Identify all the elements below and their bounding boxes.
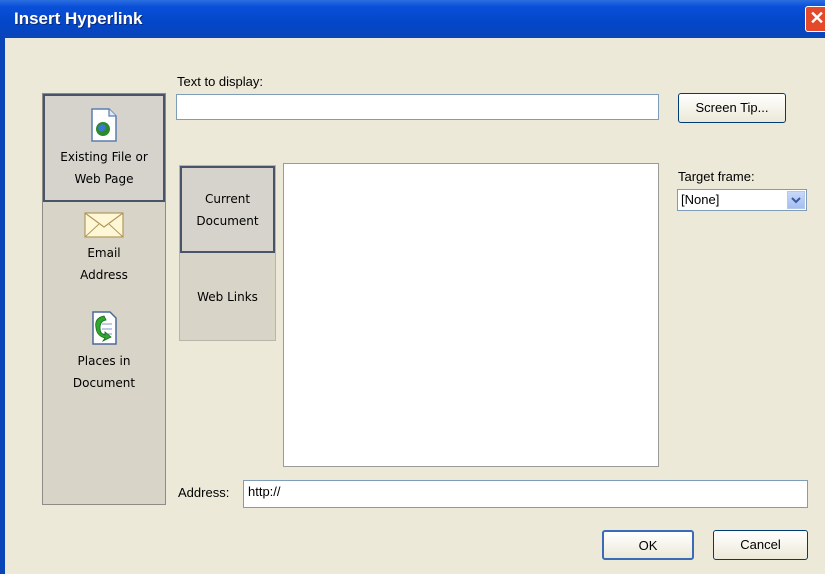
sidebar-item-label: Document — [72, 376, 136, 390]
target-frame-select[interactable]: [None] — [677, 189, 807, 211]
ok-button[interactable]: OK — [602, 530, 694, 560]
document-tabs: Current Document Web Links — [179, 165, 276, 341]
address-label: Address: — [178, 485, 230, 500]
text-to-display-input[interactable] — [176, 94, 659, 120]
sidebar-item-label: Email — [87, 246, 121, 260]
link-type-sidebar: Existing File or Web Page Email Address Pl… — [42, 93, 166, 505]
close-button[interactable]: ✕ — [805, 6, 825, 32]
document-list[interactable] — [283, 163, 659, 467]
cancel-button[interactable]: Cancel — [713, 530, 808, 560]
target-frame-label: Target frame: — [678, 169, 755, 184]
chevron-down-icon[interactable] — [787, 191, 805, 209]
screen-tip-button[interactable]: Screen Tip... — [678, 93, 786, 123]
target-frame-value: [None] — [681, 192, 720, 207]
close-icon: ✕ — [809, 8, 825, 28]
tab-label: Document — [196, 214, 259, 228]
tab-label: Current — [204, 192, 251, 206]
sidebar-item-email-address[interactable]: Email Address — [43, 212, 165, 304]
sidebar-item-label: Places in — [77, 354, 131, 368]
tab-label: Web Links — [197, 290, 258, 304]
tab-current-document[interactable]: Current Document — [180, 166, 275, 253]
title-bar: Insert Hyperlink — [0, 0, 825, 38]
text-to-display-label: Text to display: — [177, 74, 263, 89]
document-arrow-icon — [92, 311, 117, 345]
sidebar-item-label: Existing File or — [60, 150, 148, 164]
sidebar-item-existing-file[interactable]: Existing File or Web Page — [43, 94, 165, 202]
envelope-icon — [84, 212, 124, 238]
tab-web-links[interactable]: Web Links — [180, 286, 275, 310]
sidebar-item-label: Address — [80, 268, 128, 282]
globe-document-icon — [91, 108, 117, 142]
window-title: Insert Hyperlink — [14, 9, 143, 28]
window-border — [0, 38, 5, 574]
sidebar-item-label: Web Page — [74, 172, 134, 186]
sidebar-item-places-in-document[interactable]: Places in Document — [43, 310, 165, 410]
address-input[interactable]: http:// — [243, 480, 808, 508]
